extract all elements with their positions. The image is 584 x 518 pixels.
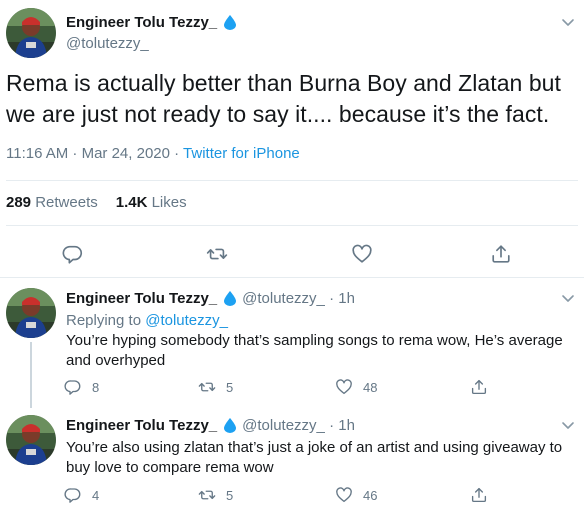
likes-label: Likes — [151, 194, 187, 211]
retweets-stat[interactable]: 289 Retweets — [6, 194, 98, 211]
like-count: 46 — [363, 487, 378, 503]
retweet-icon[interactable] — [206, 243, 228, 265]
reply-icon[interactable] — [62, 243, 84, 265]
heart-icon[interactable] — [351, 243, 373, 265]
chevron-down-icon[interactable] — [560, 290, 576, 306]
retweet-icon — [198, 486, 216, 504]
author-name[interactable]: Engineer Tolu Tezzy_ — [66, 14, 236, 31]
avatar[interactable] — [6, 415, 56, 465]
reply-handle-time[interactable]: @tolutezzy_ · 1h — [242, 290, 355, 307]
like-button[interactable]: 48 — [335, 378, 377, 396]
tweet-meta: 11:16 AM · Mar 24, 2020 · Twitter for iP… — [6, 145, 300, 162]
share-icon — [470, 486, 488, 504]
retweets-label: Retweets — [35, 194, 98, 211]
author-name-text[interactable]: Engineer Tolu Tezzy_ — [66, 290, 217, 307]
reply-text: You’re hyping somebody that’s sampling s… — [66, 332, 563, 369]
share-icon[interactable] — [490, 243, 512, 265]
reply-text: You’re also using zlatan that’s just a j… — [66, 439, 563, 476]
retweet-count: 5 — [226, 379, 234, 395]
replying-to: Replying to @tolutezzy_ — [66, 312, 228, 329]
verified-drop-icon — [224, 418, 236, 433]
reply-tweet: Engineer Tolu Tezzy_ @tolutezzy_ · 1h Re… — [0, 278, 584, 408]
retweet-count: 5 — [226, 487, 234, 503]
reply-count: 4 — [92, 487, 100, 503]
heart-icon — [335, 378, 353, 396]
replying-prefix: Replying to — [66, 312, 146, 329]
reply-icon — [64, 378, 82, 396]
retweets-count: 289 — [6, 194, 32, 211]
heart-icon — [335, 486, 353, 504]
reply-button[interactable]: 8 — [64, 378, 99, 396]
like-button[interactable]: 46 — [335, 486, 377, 504]
divider — [6, 225, 578, 226]
share-icon — [470, 378, 488, 396]
reply-tweet: Engineer Tolu Tezzy_ @tolutezzy_ · 1h Yo… — [0, 408, 584, 518]
tweet-stats: 289 Retweets 1.4K Likes — [6, 194, 187, 211]
reply-count: 8 — [92, 379, 100, 395]
thread-line — [30, 342, 32, 408]
author-name-text[interactable]: Engineer Tolu Tezzy_ — [66, 417, 217, 434]
tweet-timestamp[interactable]: 11:16 AM · Mar 24, 2020 · — [6, 145, 183, 162]
author-handle[interactable]: @tolutezzy_ — [66, 35, 149, 52]
likes-stat[interactable]: 1.4K Likes — [116, 194, 187, 211]
avatar[interactable] — [6, 8, 56, 58]
divider — [6, 180, 578, 181]
retweet-button[interactable]: 5 — [198, 486, 233, 504]
tweet-text: Rema is actually better than Burna Boy a… — [6, 70, 561, 127]
author-name-text[interactable]: Engineer Tolu Tezzy_ — [66, 14, 217, 31]
chevron-down-icon[interactable] — [560, 14, 576, 30]
verified-drop-icon — [224, 15, 236, 30]
retweet-button[interactable]: 5 — [198, 378, 233, 396]
likes-count: 1.4K — [115, 194, 148, 211]
replying-to-link[interactable]: @tolutezzy_ — [145, 312, 228, 329]
main-tweet: Engineer Tolu Tezzy_ @tolutezzy_ Rema is… — [0, 0, 584, 278]
reply-icon — [64, 486, 82, 504]
chevron-down-icon[interactable] — [560, 417, 576, 433]
reply-handle-time[interactable]: @tolutezzy_ · 1h — [242, 417, 355, 434]
reply-header: Engineer Tolu Tezzy_ @tolutezzy_ · 1h — [66, 290, 355, 307]
reply-button[interactable]: 4 — [64, 486, 99, 504]
share-button[interactable] — [470, 486, 488, 504]
retweet-icon — [198, 378, 216, 396]
verified-drop-icon — [224, 291, 236, 306]
share-button[interactable] — [470, 378, 488, 396]
tweet-source-link[interactable]: Twitter for iPhone — [183, 145, 300, 162]
reply-header: Engineer Tolu Tezzy_ @tolutezzy_ · 1h — [66, 417, 355, 434]
like-count: 48 — [363, 379, 378, 395]
avatar[interactable] — [6, 288, 56, 338]
